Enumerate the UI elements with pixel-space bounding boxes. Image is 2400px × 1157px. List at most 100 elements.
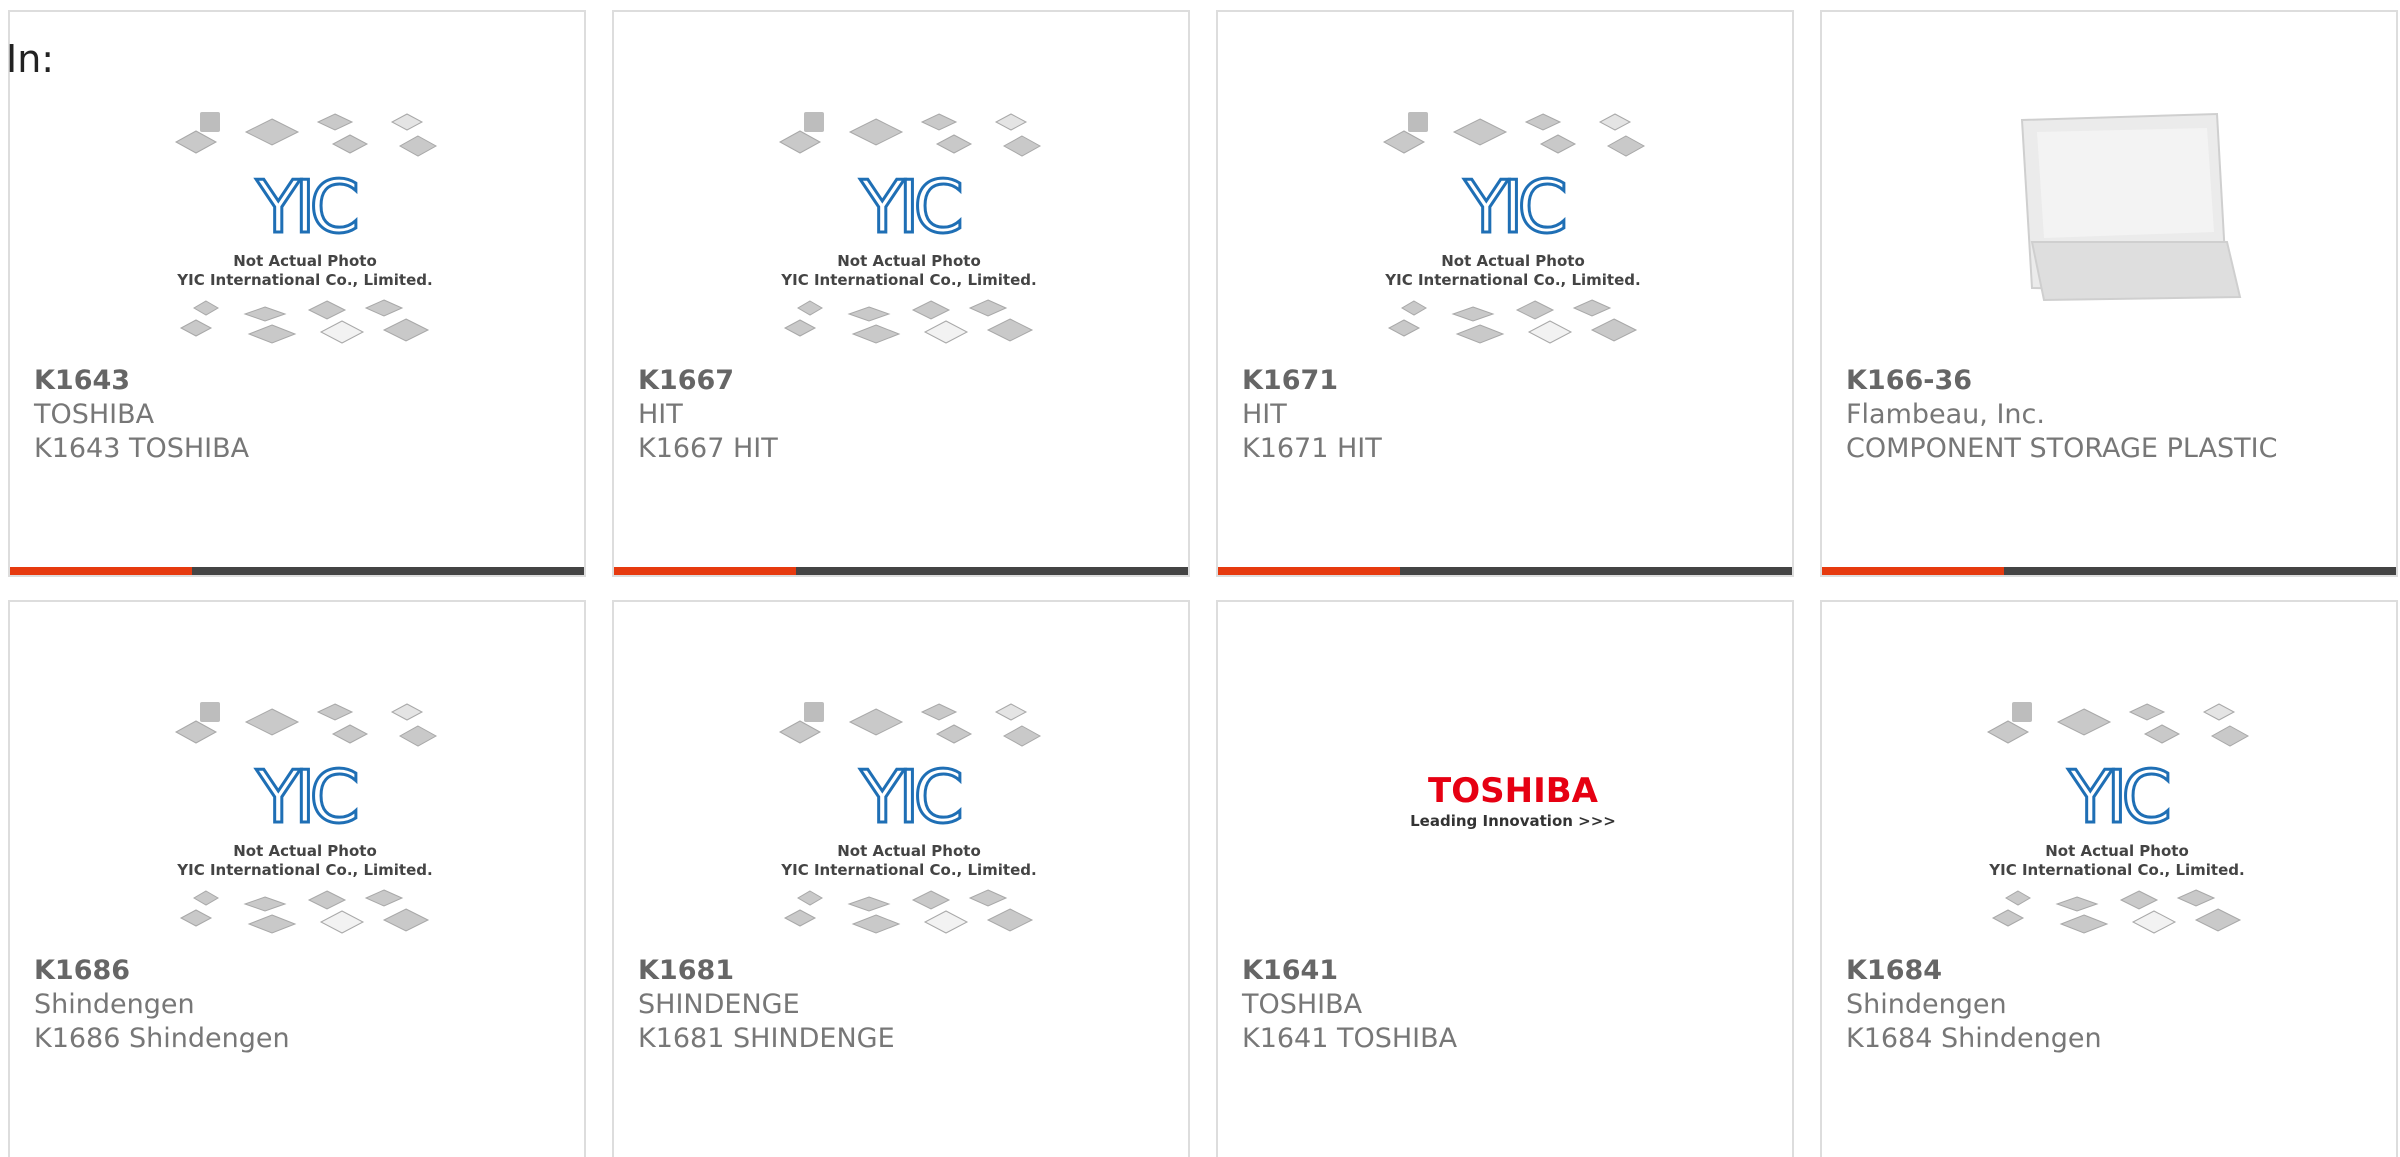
part-number[interactable]: K1667	[638, 364, 778, 398]
chip-icon	[920, 703, 958, 721]
yic-logo: YIC	[255, 165, 356, 249]
product-image[interactable]: YIC Not Actual Photo YIC International Co.…	[10, 682, 584, 942]
chip-icon	[193, 890, 219, 906]
description: K1686 Shindengen	[34, 1023, 290, 1054]
chip-icon	[364, 889, 404, 907]
placeholder-line1: Not Actual Photo	[837, 252, 981, 270]
part-number[interactable]: K166-36	[1846, 364, 2277, 398]
chip-icon	[1002, 135, 1042, 157]
card-bar-accent	[1218, 567, 1400, 575]
chip-icon	[319, 910, 365, 934]
card-bar-accent	[10, 567, 192, 575]
storage-box-highlight	[2037, 128, 2214, 238]
yic-placeholder-image: YIC Not Actual PhotoYIC International Co.…	[174, 702, 438, 934]
chip-icon	[2194, 908, 2242, 932]
manufacturer: Flambeau, Inc.	[1846, 399, 2045, 430]
product-image[interactable]: YIC Not Actual Photo YIC International Co.…	[1822, 682, 2396, 942]
placeholder-line1: Not Actual Photo	[837, 842, 981, 860]
chip-icon	[778, 130, 822, 154]
chip-icon	[331, 134, 369, 154]
description: K1643 TOSHIBA	[34, 433, 250, 464]
product-info: K1641 TOSHIBA K1641 TOSHIBA	[1242, 954, 1457, 1056]
product-info: K1643 TOSHIBA K1643 TOSHIBA	[34, 364, 249, 466]
placeholder-line2: YIC International Co., Limited.	[1384, 271, 1640, 289]
filter-label: In:	[6, 37, 55, 81]
chip-icon	[2119, 890, 2159, 910]
card-bar	[1822, 567, 2396, 575]
chip-icon	[804, 702, 824, 722]
chip-icon	[364, 299, 404, 317]
chip-icon	[994, 703, 1028, 721]
chip-icon	[968, 889, 1008, 907]
product-card[interactable]: YIC Not Actual Photo YIC International Co.…	[8, 600, 586, 1157]
chip-icon	[1590, 318, 1638, 342]
yic-logo: YIC	[1463, 165, 1564, 249]
product-image[interactable]: YIC Not Actual Photo YIC International Co.…	[10, 92, 584, 352]
chip-icon	[1991, 909, 2025, 927]
chip-icon	[382, 318, 430, 342]
product-card[interactable]: K166-36 Flambeau, Inc. COMPONENT STORAGE…	[1820, 10, 2398, 577]
product-image[interactable]: YIC Not Actual Photo YIC International Co.…	[1218, 92, 1792, 352]
chip-icon	[307, 300, 347, 320]
card-bar-accent	[614, 567, 796, 575]
chip-icon	[1515, 300, 1555, 320]
chip-icon	[2176, 889, 2216, 907]
chip-icon	[1986, 720, 2030, 744]
product-card[interactable]: TOSHIBA Leading Innovation >>> K1641 TOSH…	[1216, 600, 1794, 1157]
product-card[interactable]: YIC Not Actual Photo YIC International Co.…	[612, 600, 1190, 1157]
manufacturer: HIT	[1242, 399, 1287, 430]
description: K1684 Shindengen	[1846, 1023, 2102, 1054]
product-card[interactable]: YIC Not Actual Photo YIC International Co.…	[1820, 600, 2398, 1157]
chip-icon	[244, 708, 300, 736]
chip-icon	[247, 914, 297, 934]
product-info: K1667 HIT K1667 HIT	[638, 364, 778, 466]
chip-icon	[1539, 134, 1577, 154]
chip-icon	[986, 908, 1034, 932]
product-card[interactable]: YIC Not Actual Photo YIC International Co.…	[1216, 10, 1794, 577]
yic-logo: YIC	[255, 755, 356, 839]
placeholder-line2: YIC International Co., Limited.	[1988, 861, 2244, 879]
chip-icon	[920, 113, 958, 131]
description: K1641 TOSHIBA	[1242, 1023, 1458, 1054]
product-card[interactable]: YIC Not Actual Photo YIC International Co.…	[8, 10, 586, 577]
chip-icon	[1408, 112, 1428, 132]
product-image[interactable]: YIC Not Actual Photo YIC International Co.…	[614, 92, 1188, 352]
product-image[interactable]	[1822, 92, 2396, 352]
chip-icon	[243, 306, 287, 322]
manufacturer: HIT	[638, 399, 683, 430]
part-number[interactable]: K1686	[34, 954, 290, 988]
part-number[interactable]: K1641	[1242, 954, 1457, 988]
chip-icon	[331, 724, 369, 744]
part-number[interactable]: K1684	[1846, 954, 2102, 988]
yic-placeholder-image: YIC Not Actual PhotoYIC International Co.…	[174, 112, 438, 344]
product-image[interactable]: YIC Not Actual Photo YIC International Co.…	[614, 682, 1188, 942]
chip-icon	[923, 910, 969, 934]
part-number[interactable]: K1643	[34, 364, 249, 398]
chip-icon	[911, 890, 951, 910]
manufacturer: SHINDENGE	[638, 989, 800, 1020]
chip-icon	[1527, 320, 1573, 344]
chip-icon	[2210, 725, 2250, 747]
chip-icon	[1002, 725, 1042, 747]
chip-icon	[1401, 300, 1427, 316]
chip-icon	[174, 720, 218, 744]
placeholder-line2: YIC International Co., Limited.	[780, 861, 1036, 879]
chip-icon	[1524, 113, 1562, 131]
chip-icon	[2012, 702, 2032, 722]
part-number[interactable]: K1681	[638, 954, 895, 988]
product-card[interactable]: YIC Not Actual Photo YIC International Co.…	[612, 10, 1190, 577]
chip-icon	[398, 725, 438, 747]
yic-logo: YIC	[859, 755, 960, 839]
manufacturer: TOSHIBA	[1242, 989, 1363, 1020]
placeholder-line1: Not Actual Photo	[1441, 252, 1585, 270]
card-bar	[1218, 567, 1792, 575]
chip-icon	[390, 113, 424, 131]
part-number[interactable]: K1671	[1242, 364, 1382, 398]
chip-icon	[923, 320, 969, 344]
yic-placeholder-image: YIC Not Actual PhotoYIC International Co.…	[778, 112, 1042, 344]
chip-icon	[797, 300, 823, 316]
chip-icon	[797, 890, 823, 906]
chip-icon	[848, 118, 904, 146]
product-image[interactable]: TOSHIBA Leading Innovation >>>	[1218, 682, 1792, 942]
chip-icon	[2005, 890, 2031, 906]
